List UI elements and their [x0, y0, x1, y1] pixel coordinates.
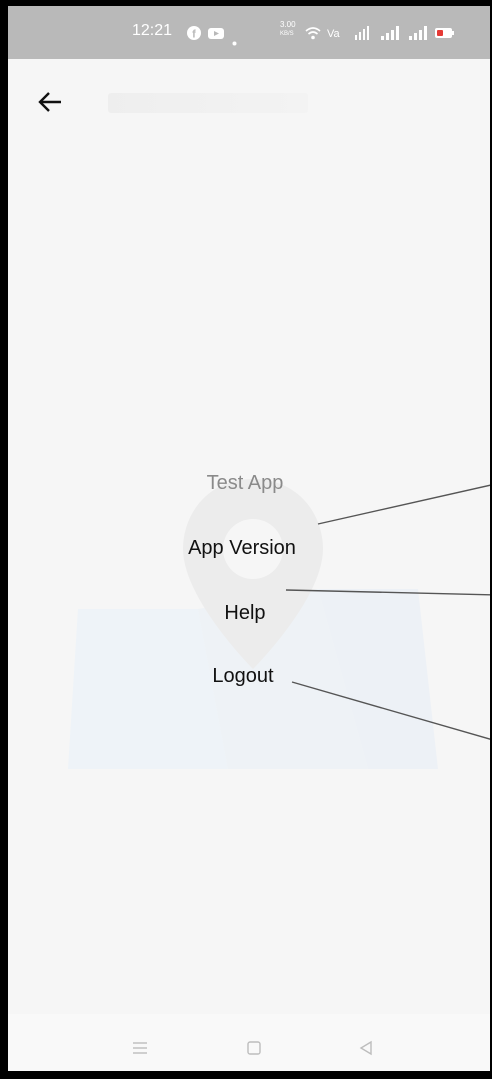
- arrow-left-icon: [38, 92, 61, 112]
- signal-icon: [408, 25, 432, 45]
- wifi-icon: [304, 25, 322, 45]
- speed-text: 3.00: [280, 20, 296, 29]
- recent-apps-button[interactable]: [126, 1034, 154, 1062]
- app-version-item[interactable]: App Version: [8, 537, 488, 560]
- battery-icon: [434, 25, 456, 45]
- logout-item[interactable]: Logout: [8, 665, 489, 688]
- system-back-button[interactable]: [352, 1034, 380, 1062]
- facebook-icon: f: [186, 25, 202, 45]
- dot-icon: [232, 31, 237, 50]
- volte-icon: Va: [327, 25, 347, 45]
- youtube-icon: [207, 25, 225, 45]
- speed-icon: 3.00 KB/S: [280, 20, 296, 38]
- app-name-label: Test App: [206, 472, 284, 494]
- signal-icon: [354, 25, 374, 45]
- signal-icon: [380, 25, 404, 45]
- faded-title-placeholder: [108, 93, 308, 113]
- svg-text:Va: Va: [327, 28, 341, 40]
- back-button[interactable]: [32, 84, 68, 120]
- back-triangle-icon: [359, 1040, 372, 1056]
- status-time: 12:21: [132, 22, 173, 39]
- status-bar: 12:21 f 3.00 KB/S Va: [8, 6, 490, 59]
- svg-text:f: f: [192, 29, 196, 41]
- home-button[interactable]: [240, 1034, 268, 1062]
- phone-screen: 12:21 f 3.00 KB/S Va Test App App Versio…: [0, 0, 492, 1079]
- menu-icon: [133, 1042, 147, 1054]
- navigation-bar: [8, 1014, 490, 1071]
- home-square-icon: [247, 1041, 261, 1055]
- help-item[interactable]: Help: [8, 602, 490, 625]
